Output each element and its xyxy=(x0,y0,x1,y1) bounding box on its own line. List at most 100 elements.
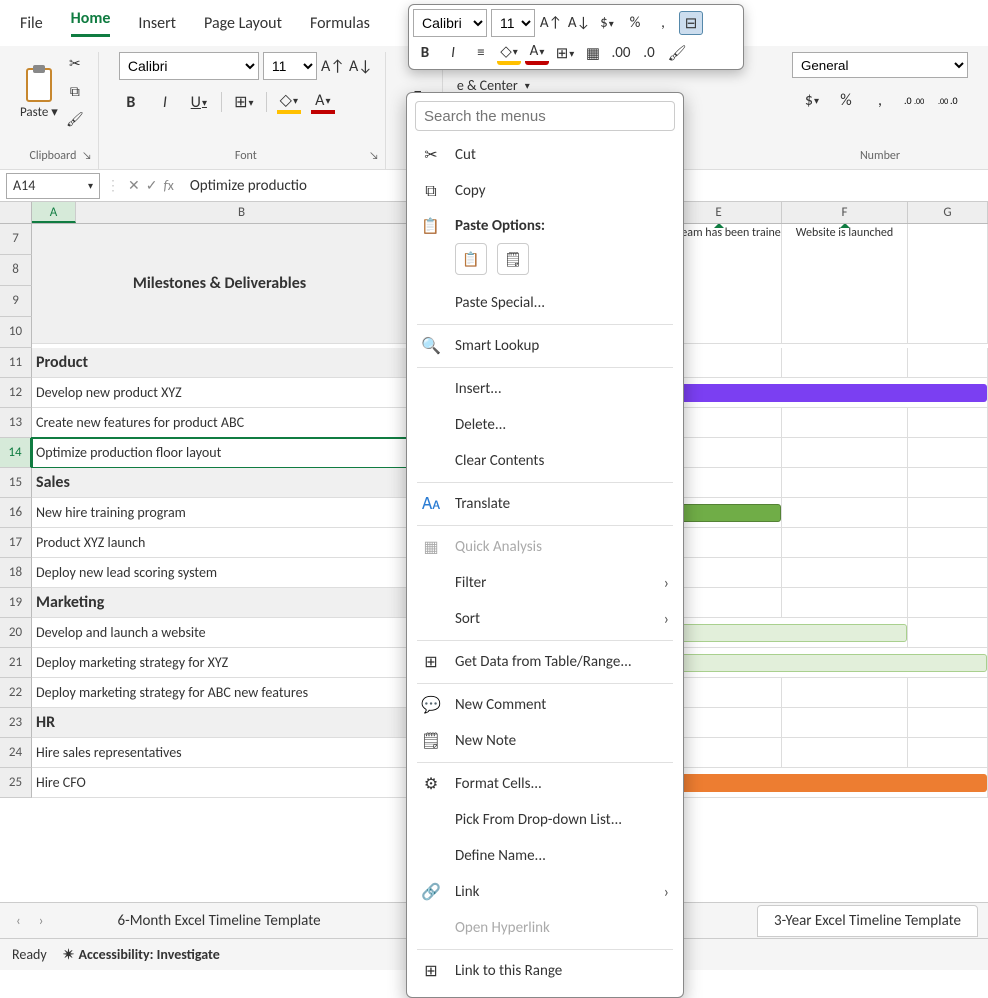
mini-align-icon[interactable]: ≡ xyxy=(469,41,493,65)
menu-format-cells[interactable]: ⚙Format Cells... xyxy=(407,766,683,802)
cell[interactable] xyxy=(782,708,908,738)
cell[interactable] xyxy=(908,348,988,378)
format-painter-icon[interactable]: 🖌 xyxy=(64,108,86,130)
mini-inc-decimal-icon[interactable]: .00 xyxy=(609,41,633,65)
mini-increase-font-icon[interactable]: A↑ xyxy=(539,11,563,35)
row-header[interactable]: 12 xyxy=(0,378,32,408)
cell[interactable] xyxy=(782,528,908,558)
cell-title[interactable]: Milestones & Deliverables xyxy=(32,224,408,344)
menu-new-note[interactable]: 🗒New Note xyxy=(407,723,683,759)
menu-smart-lookup[interactable]: 🔍Smart Lookup xyxy=(407,328,683,364)
cell[interactable]: Create new features for product ABC xyxy=(32,408,408,438)
enter-formula-icon[interactable]: ✓ xyxy=(146,177,158,194)
row-header[interactable]: 20 xyxy=(0,618,32,648)
font-color-button[interactable]: A▾ xyxy=(311,90,335,114)
paste-option-keep[interactable]: 📋 xyxy=(455,243,487,275)
cell[interactable] xyxy=(782,348,908,378)
row-header[interactable]: 19 xyxy=(0,588,32,618)
cell[interactable] xyxy=(908,558,988,588)
tab-formulas[interactable]: Formulas xyxy=(310,14,370,33)
menu-translate[interactable]: 🗛Translate xyxy=(407,486,683,522)
tab-pagelayout[interactable]: Page Layout xyxy=(204,14,282,33)
cell[interactable]: Develop and launch a website xyxy=(32,618,408,648)
cell[interactable] xyxy=(908,468,988,498)
menu-insert[interactable]: Insert... xyxy=(407,371,683,407)
row-header[interactable]: 24 xyxy=(0,738,32,768)
row-header[interactable]: 7 xyxy=(0,224,32,255)
row-header[interactable]: 22 xyxy=(0,678,32,708)
paste-button[interactable]: Paste ▾ xyxy=(20,63,58,120)
cell[interactable]: Product XYZ launch xyxy=(32,528,408,558)
cancel-formula-icon[interactable]: ✕ xyxy=(128,177,140,194)
cell[interactable]: New hire training program xyxy=(32,498,408,528)
cell[interactable]: Sales xyxy=(32,468,408,498)
col-header-B[interactable]: B xyxy=(76,202,408,223)
underline-button[interactable]: U▾ xyxy=(187,90,211,114)
menu-pick-dropdown[interactable]: Pick From Drop-down List... xyxy=(407,802,683,838)
cell[interactable] xyxy=(782,408,908,438)
mini-italic-button[interactable]: I xyxy=(441,41,465,65)
cell-selected[interactable]: Optimize production floor layout xyxy=(32,438,408,468)
mini-cond-format-icon[interactable]: ▦ xyxy=(581,41,605,65)
cell[interactable] xyxy=(908,588,988,618)
cell[interactable]: Marketing xyxy=(32,588,408,618)
font-size-select[interactable]: 11 xyxy=(263,52,317,80)
col-header-F[interactable]: F xyxy=(782,202,908,223)
row-header[interactable]: 18 xyxy=(0,558,32,588)
cell[interactable]: Hire CFO xyxy=(32,768,408,798)
menu-clear-contents[interactable]: Clear Contents xyxy=(407,443,683,479)
cut-icon[interactable]: ✂ xyxy=(64,52,86,74)
cell[interactable]: Deploy marketing strategy for ABC new fe… xyxy=(32,678,408,708)
cell[interactable] xyxy=(908,618,988,648)
cell[interactable] xyxy=(908,738,988,768)
fill-color-button[interactable]: ◇▾ xyxy=(277,90,301,114)
menu-copy[interactable]: ⧉Copy xyxy=(407,173,683,209)
sheet-tab[interactable]: 3-Year Excel Timeline Template xyxy=(757,905,978,937)
cell[interactable] xyxy=(908,528,988,558)
mini-percent-icon[interactable]: % xyxy=(623,11,647,35)
copy-icon[interactable]: ⧉ xyxy=(64,80,86,102)
row-header[interactable]: 10 xyxy=(0,317,32,348)
row-header[interactable]: 11 xyxy=(0,348,32,378)
menu-link[interactable]: 🔗Link› xyxy=(407,874,683,910)
cell[interactable] xyxy=(782,678,908,708)
fx-icon[interactable]: fx xyxy=(163,177,173,194)
cell[interactable]: Develop new product XYZ xyxy=(32,378,408,408)
cell[interactable] xyxy=(908,678,988,708)
font-launcher[interactable]: ↘ xyxy=(369,149,379,162)
col-header-A[interactable]: A xyxy=(32,202,76,223)
menu-new-comment[interactable]: 💬New Comment xyxy=(407,687,683,723)
mini-accounting-icon[interactable]: $▾ xyxy=(595,11,619,35)
cell[interactable] xyxy=(782,438,908,468)
row-header[interactable]: 16 xyxy=(0,498,32,528)
mini-format-painter-icon[interactable]: 🖌 xyxy=(665,41,689,65)
menu-delete[interactable]: Delete... xyxy=(407,407,683,443)
italic-button[interactable]: I xyxy=(153,90,177,114)
col-header-G[interactable]: G xyxy=(908,202,988,223)
menu-link-to-range[interactable]: ⊞Link to this Range xyxy=(407,953,683,989)
increase-font-icon[interactable]: A↑ xyxy=(321,54,345,78)
mini-font-color-icon[interactable]: A▾ xyxy=(525,41,549,65)
menu-define-name[interactable]: Define Name... xyxy=(407,838,683,874)
row-header[interactable]: 15 xyxy=(0,468,32,498)
row-header[interactable]: 25 xyxy=(0,768,32,798)
menu-sort[interactable]: Sort› xyxy=(407,601,683,637)
paste-option-match[interactable]: 🗒 xyxy=(497,243,529,275)
comma-button[interactable]: , xyxy=(868,88,892,112)
menu-paste-special[interactable]: Paste Special... xyxy=(407,285,683,321)
decrease-font-icon[interactable]: A↓ xyxy=(349,54,373,78)
mini-decrease-font-icon[interactable]: A↓ xyxy=(567,11,591,35)
select-all-corner[interactable] xyxy=(0,202,32,223)
mini-merge-icon[interactable]: ⊟ xyxy=(679,11,703,35)
decrease-decimal-icon[interactable]: .00.0 xyxy=(936,88,960,112)
cell[interactable] xyxy=(908,408,988,438)
menu-filter[interactable]: Filter› xyxy=(407,565,683,601)
row-header[interactable]: 21 xyxy=(0,648,32,678)
mini-borders-icon[interactable]: ⊞▾ xyxy=(553,41,577,65)
menu-get-data[interactable]: ⊞Get Data from Table/Range... xyxy=(407,644,683,680)
mini-font-select[interactable]: Calibri xyxy=(413,9,487,37)
cell[interactable]: Product xyxy=(32,348,408,378)
cell[interactable] xyxy=(782,468,908,498)
menu-search-input[interactable] xyxy=(415,101,675,131)
cell[interactable] xyxy=(908,708,988,738)
